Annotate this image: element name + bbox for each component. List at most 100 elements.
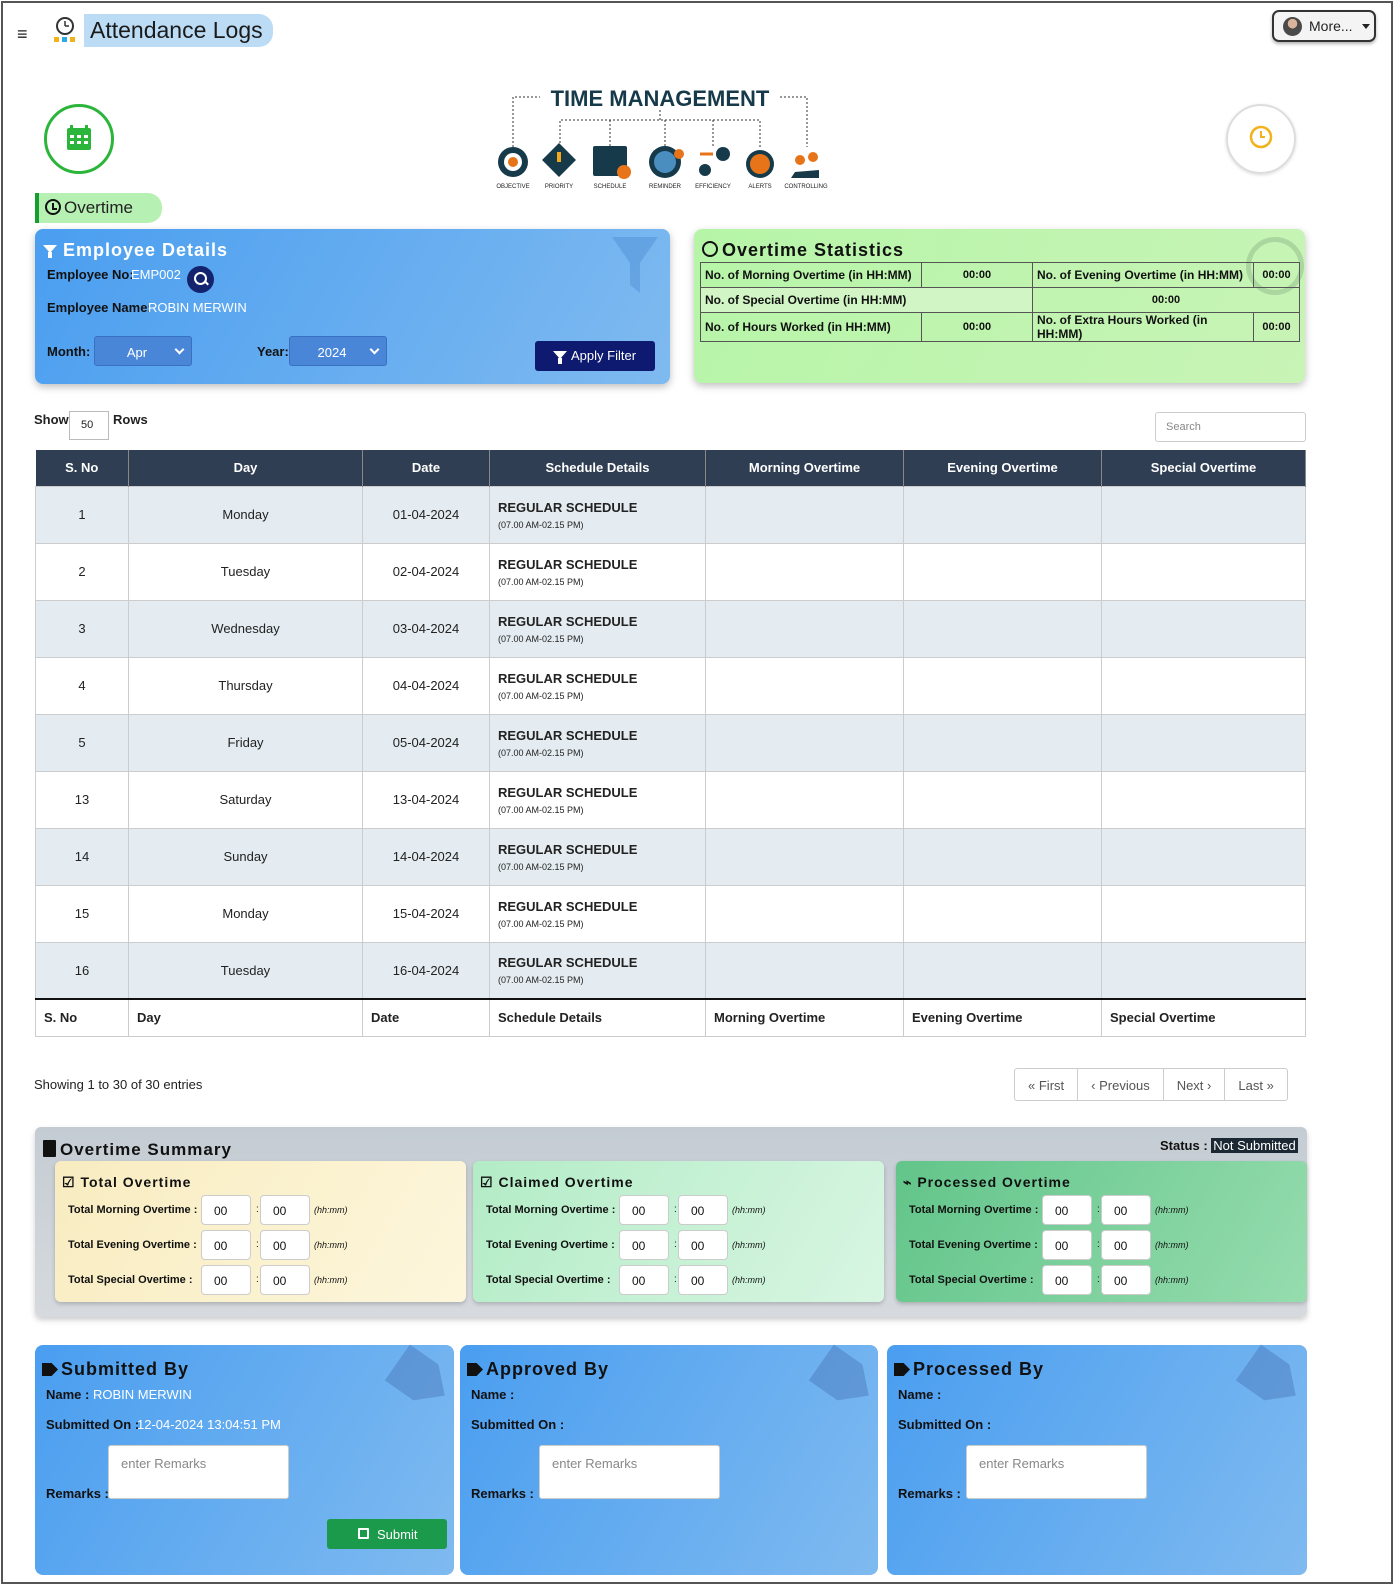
approved-on-label: Submitted On :: [471, 1417, 565, 1432]
cell-special: [1101, 599, 1306, 658]
submitted-by-card: Submitted By Name : ROBIN MERWIN Submitt…: [35, 1345, 454, 1575]
hamburger-menu-icon[interactable]: ≡: [17, 24, 28, 45]
col-header-date[interactable]: Date: [362, 450, 490, 486]
cell-special: [1101, 941, 1306, 1000]
clock-icon: [1249, 125, 1273, 149]
more-menu-button[interactable]: More...: [1272, 10, 1376, 42]
footer-morning: Morning Overtime: [705, 998, 904, 1037]
cell-special: [1101, 770, 1306, 829]
minutes-input[interactable]: 00: [260, 1230, 310, 1260]
banner-item: ALERTS: [748, 184, 771, 190]
hours-input[interactable]: 00: [619, 1265, 669, 1295]
hours-input[interactable]: 00: [201, 1230, 251, 1260]
cell-date: 15-04-2024: [362, 884, 490, 943]
minutes-input[interactable]: 00: [260, 1265, 310, 1295]
hours-input[interactable]: 00: [201, 1265, 251, 1295]
cell-schedule: REGULAR SCHEDULE (07.00 AM-02.15 PM): [489, 485, 706, 544]
col-header-schedule[interactable]: Schedule Details: [489, 450, 706, 486]
rows-label: Rows: [113, 412, 148, 427]
processed-remarks-input[interactable]: enter Remarks: [966, 1445, 1147, 1499]
next-page-button[interactable]: Next ›: [1164, 1069, 1226, 1100]
book-icon: [43, 1140, 56, 1157]
cell-day: Sunday: [128, 827, 363, 886]
cell-sno: 14: [35, 827, 129, 886]
col-header-evening[interactable]: Evening Overtime: [903, 450, 1102, 486]
hours-input[interactable]: 00: [1042, 1230, 1092, 1260]
chevron-right-icon: ›: [1207, 1078, 1212, 1093]
submitted-remarks-input[interactable]: enter Remarks: [108, 1445, 289, 1499]
status-badge: Not Submitted: [1211, 1138, 1298, 1153]
col-header-special[interactable]: Special Overtime: [1101, 450, 1306, 486]
footer-day: Day: [128, 998, 363, 1037]
employee-details-title: Employee Details: [43, 240, 228, 261]
hours-input[interactable]: 00: [1042, 1265, 1092, 1295]
cell-schedule: REGULAR SCHEDULE (07.00 AM-02.15 PM): [489, 656, 706, 715]
stat-worked-label: No. of Hours Worked (in HH:MM): [700, 312, 922, 342]
chevron-left-icon: ‹: [1091, 1078, 1096, 1093]
minutes-input[interactable]: 00: [1101, 1195, 1151, 1225]
submit-button[interactable]: Submit: [327, 1519, 447, 1549]
footer-evening: Evening Overtime: [903, 998, 1102, 1037]
banner-item: SCHEDULE: [594, 184, 627, 190]
col-header-day[interactable]: Day: [128, 450, 363, 486]
hours-input[interactable]: 00: [201, 1195, 251, 1225]
cell-day: Tuesday: [128, 941, 363, 1000]
cell-special: [1101, 827, 1306, 886]
stat-morning-value: 00:00: [921, 262, 1033, 288]
minutes-input[interactable]: 00: [678, 1265, 728, 1295]
calendar-button[interactable]: [44, 104, 114, 174]
table-row: 1 Monday 01-04-2024 REGULAR SCHEDULE (07.00 …: [35, 485, 1306, 544]
cell-schedule: REGULAR SCHEDULE (07.00 AM-02.15 PM): [489, 941, 706, 1000]
tag-watermark-icon: [809, 1344, 882, 1413]
cell-morning: [705, 599, 904, 658]
section-label: Overtime: [64, 198, 133, 217]
hours-input[interactable]: 00: [1042, 1195, 1092, 1225]
apply-filter-button[interactable]: Apply Filter: [535, 341, 655, 371]
total-overtime-panel: ☑ Total Overtime Total Morning Overtime …: [55, 1161, 466, 1302]
approved-remarks-input[interactable]: enter Remarks: [539, 1445, 720, 1499]
show-label: Show: [34, 412, 69, 427]
minutes-input[interactable]: 00: [678, 1230, 728, 1260]
hours-input[interactable]: 00: [619, 1195, 669, 1225]
rows-per-page-input[interactable]: 50: [69, 411, 109, 440]
pagination: « First ‹ Previous Next › Last »: [1014, 1068, 1288, 1101]
cell-date: 16-04-2024: [362, 941, 490, 1000]
search-employee-button[interactable]: [187, 266, 214, 293]
tag-icon: [894, 1363, 910, 1376]
year-select[interactable]: 2024: [289, 336, 387, 366]
edit-icon: ☑: [62, 1174, 76, 1190]
stat-morning-label: No. of Morning Overtime (in HH:MM): [700, 262, 922, 288]
last-page-button[interactable]: Last »: [1225, 1069, 1286, 1100]
stat-extra-label: No. of Extra Hours Worked (in HH:MM): [1032, 312, 1254, 342]
first-page-button[interactable]: « First: [1015, 1069, 1079, 1100]
approved-by-title: Approved By: [467, 1359, 609, 1380]
cell-evening: [903, 713, 1102, 772]
minutes-input[interactable]: 00: [260, 1195, 310, 1225]
employee-name-value: ROBIN MERWIN: [148, 300, 247, 315]
month-select[interactable]: Apr: [94, 336, 192, 366]
entries-info: Showing 1 to 30 of 30 entries: [34, 1077, 203, 1092]
minutes-input[interactable]: 00: [1101, 1230, 1151, 1260]
processed-by-card: Processed By Name : Submitted On : enter…: [887, 1345, 1307, 1575]
previous-page-button[interactable]: ‹ Previous: [1078, 1069, 1164, 1100]
banner-item: EFFICIENCY: [695, 184, 731, 190]
table-search-input[interactable]: Search: [1155, 412, 1306, 442]
filter-icon: [43, 245, 57, 258]
col-header-sno[interactable]: S. No: [35, 450, 129, 486]
edit-icon: ☑: [480, 1174, 494, 1190]
hours-input[interactable]: 00: [619, 1230, 669, 1260]
col-header-morning[interactable]: Morning Overtime: [705, 450, 904, 486]
cell-day: Monday: [128, 485, 363, 544]
minutes-input[interactable]: 00: [1101, 1265, 1151, 1295]
claimed-overtime-title: ☑ Claimed Overtime: [480, 1174, 634, 1190]
banner-item: PRIORITY: [545, 184, 573, 190]
cell-sno: 4: [35, 656, 129, 715]
cell-date: 01-04-2024: [362, 485, 490, 544]
table-footer-row: S. No Day Date Schedule Details Morning …: [35, 998, 1306, 1037]
minutes-input[interactable]: 00: [678, 1195, 728, 1225]
approved-name-label: Name :: [471, 1387, 515, 1402]
clock-button[interactable]: [1226, 104, 1296, 174]
cell-day: Tuesday: [128, 542, 363, 601]
submitted-name-value: ROBIN MERWIN: [93, 1387, 192, 1402]
tag-icon: [467, 1363, 483, 1376]
